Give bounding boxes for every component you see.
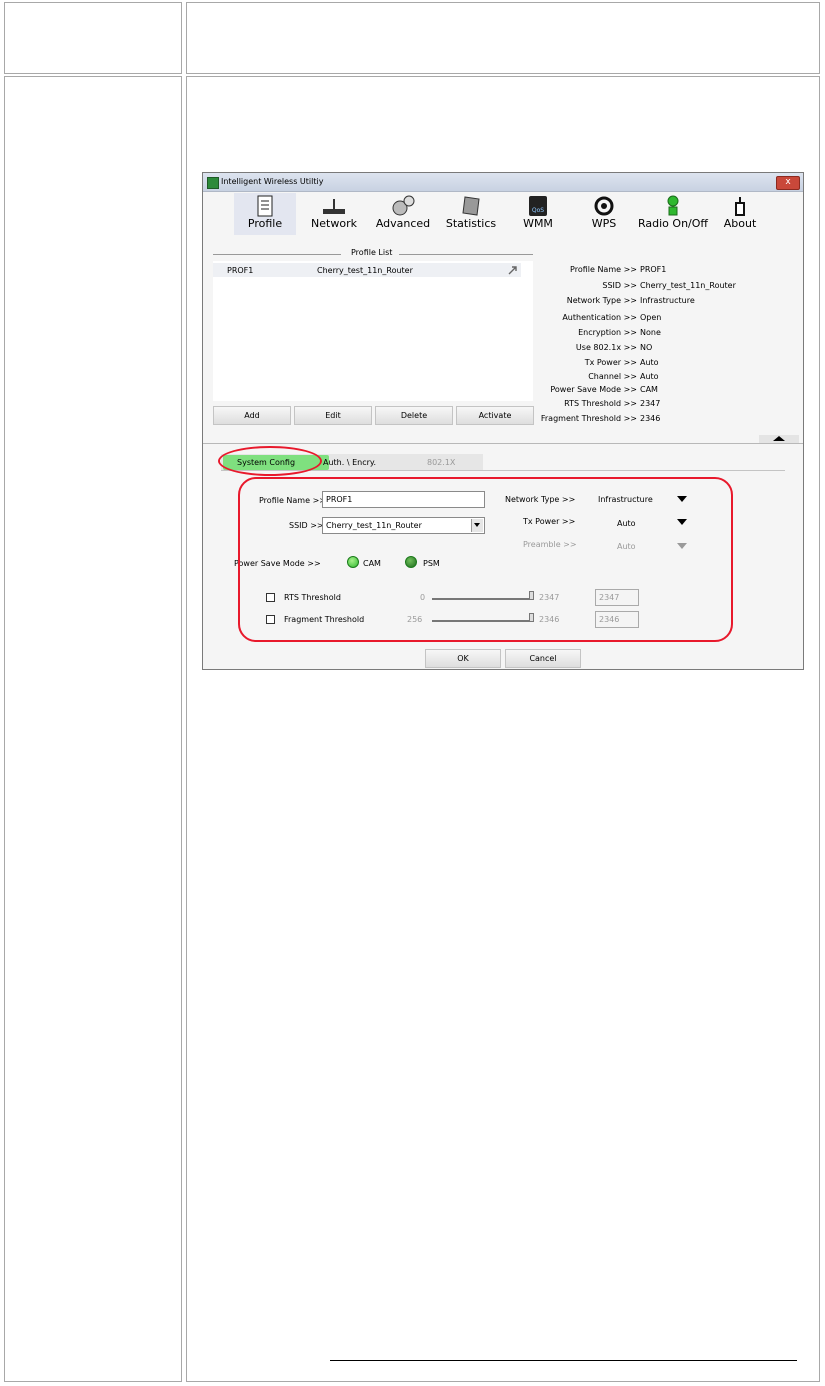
tab-auth-encry[interactable]: Auth. \ Encry.	[323, 455, 403, 470]
advanced-icon	[392, 195, 415, 216]
config-highlight-box	[238, 477, 733, 642]
window-title: Intelligent Wireless Utiltiy	[221, 177, 324, 186]
activate-label: Activate	[478, 411, 512, 420]
close-icon: x	[785, 177, 791, 187]
delete-button[interactable]: Delete	[375, 406, 453, 425]
statistics-icon	[462, 196, 480, 216]
profile-list-rule-left	[213, 254, 341, 255]
profile-list-header: Profile List	[351, 248, 393, 257]
title-bar: Intelligent Wireless Utiltiy x	[203, 173, 803, 192]
connection-status-icon	[508, 266, 517, 275]
section-divider	[203, 443, 803, 444]
doc-header-left-cell	[4, 2, 182, 74]
tab-auth-label: Auth. \ Encry.	[323, 458, 377, 467]
edit-label: Edit	[325, 411, 341, 420]
detail-rts: RTS Threshold >> 2347	[564, 399, 661, 408]
wmm-icon: QoS	[529, 196, 547, 216]
toolbar-label: Advanced	[375, 217, 431, 230]
delete-label: Delete	[400, 411, 428, 420]
toolbar-label: Network	[311, 217, 357, 230]
activate-button[interactable]: Activate	[456, 406, 534, 425]
detail-network-type: Network Type >> Infrastructure	[566, 296, 695, 305]
toolbar-network[interactable]: Network	[306, 193, 362, 235]
cancel-button[interactable]: Cancel	[505, 649, 581, 668]
toolbar-wmm[interactable]: QoS WMM	[513, 193, 563, 235]
toolbar-wps[interactable]: WPS	[579, 193, 629, 235]
toolbar-statistics[interactable]: Statistics	[443, 193, 499, 235]
detail-channel: Channel >> Auto	[588, 372, 659, 381]
detail-power-save: Power Save Mode >> CAM	[550, 385, 658, 394]
toolbar-label: WMM	[523, 217, 553, 230]
about-icon	[735, 197, 745, 216]
network-icon	[323, 199, 345, 214]
tab-8021x[interactable]: 802.1X	[427, 455, 477, 470]
add-label: Add	[244, 411, 260, 420]
profile-row-ssid: Cherry_test_11n_Router	[317, 266, 413, 275]
collapse-button[interactable]	[759, 435, 799, 443]
toolbar-profile[interactable]: Profile	[234, 193, 296, 235]
footnote-rule	[330, 1360, 797, 1361]
ok-label: OK	[457, 654, 469, 663]
profile-list-rule-right	[399, 254, 533, 255]
profile-icon	[257, 195, 273, 217]
detail-profile-name: Profile Name >> PROF1	[570, 265, 667, 274]
add-button[interactable]: Add	[213, 406, 291, 425]
profile-row-name: PROF1	[227, 266, 254, 275]
doc-body-left-cell	[4, 76, 182, 1382]
toolbar-radio-on-off[interactable]: Radio On/Off	[635, 193, 711, 235]
profile-list: PROF1 Cherry_test_11n_Router	[213, 261, 533, 401]
tab-highlight-ellipse	[218, 446, 322, 476]
detail-tx-power: Tx Power >> Auto	[584, 358, 659, 367]
doc-header-right-cell	[186, 2, 820, 74]
cancel-label: Cancel	[529, 654, 557, 663]
list-item[interactable]: PROF1 Cherry_test_11n_Router	[213, 263, 521, 277]
detail-fragment: Fragment Threshold >> 2346	[540, 414, 661, 423]
collapse-arrow-icon	[773, 436, 785, 441]
tab-8021x-label: 802.1X	[427, 458, 456, 467]
toolbar-about[interactable]: About	[715, 193, 765, 235]
radio-icon	[667, 195, 679, 216]
detail-8021x: Use 802.1x >> NO	[575, 343, 653, 352]
ok-button[interactable]: OK	[425, 649, 501, 668]
toolbar-label: WPS	[591, 217, 617, 230]
detail-authentication: Authentication >> Open	[562, 313, 662, 322]
close-button[interactable]: x	[776, 176, 800, 190]
edit-button[interactable]: Edit	[294, 406, 372, 425]
toolbar-label: Statistics	[445, 217, 497, 230]
detail-encryption: Encryption >> None	[578, 328, 661, 337]
wps-icon	[594, 196, 614, 216]
toolbar-advanced[interactable]: Advanced	[373, 193, 433, 235]
toolbar-label: About	[723, 217, 757, 230]
toolbar-label: Radio On/Off	[638, 217, 708, 230]
detail-ssid: SSID >> Cherry_test_11n_Router	[602, 281, 736, 290]
app-window: Intelligent Wireless Utiltiy x Profile N…	[202, 172, 804, 670]
app-icon	[207, 177, 219, 189]
toolbar-label: Profile	[247, 217, 283, 230]
svg-text:QoS: QoS	[532, 207, 544, 214]
